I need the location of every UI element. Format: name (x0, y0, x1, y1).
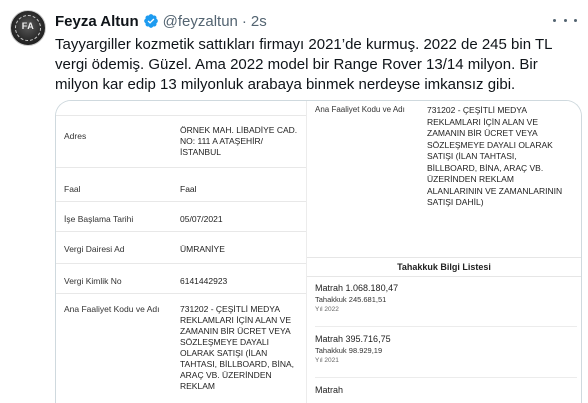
row-value: Faal (180, 184, 197, 194)
tahakkuk-value: 245.681,51 (348, 295, 387, 304)
tweet-text: Tayyargiller kozmetik sattıkları firmayı… (55, 36, 552, 93)
display-name[interactable]: Feyza Altun (55, 13, 139, 30)
divider (315, 326, 577, 327)
matrah-value: 1.068.180,47 (345, 283, 399, 293)
row-value: 6141442923 (180, 276, 228, 286)
document-row: İşe Başlama Tarihi 05/07/2021 (56, 201, 306, 232)
tahakkuk-item: Matrah (315, 384, 565, 396)
row-value: 05/07/2021 (180, 214, 223, 224)
row-label: Vergi Dairesi Ad (64, 244, 125, 254)
row-value: ÖRNEK MAH. LİBADİYE CAD. NO: 111 A ATAŞE… (180, 125, 298, 157)
tweet-media-image[interactable]: Adres ÖRNEK MAH. LİBADİYE CAD. NO: 111 A… (55, 100, 582, 403)
matrah-row: Matrah 1.068.180,47 (315, 282, 565, 294)
tahakkuk-label: Tahakkuk (315, 295, 347, 304)
yil-row: Yıl 2021 (315, 356, 565, 366)
activity-label: Ana Faaliyet Kodu ve Adı (315, 105, 405, 114)
yil-label: Yıl (315, 306, 323, 313)
yil-row: Yıl 2022 (315, 305, 565, 315)
dot (563, 18, 567, 22)
document-row: Vergi Dairesi Ad ÜMRANİYE (56, 231, 306, 264)
tahakkuk-item: Matrah 1.068.180,47 Tahakkuk 245.681,51 … (315, 282, 565, 315)
matrah-label: Matrah (315, 334, 344, 344)
timestamp[interactable]: 2s (251, 13, 267, 30)
matrah-value: 395.716,75 (345, 334, 391, 344)
activity-value: 731202 - ÇEŞİTLİ MEDYA REKLAMLARI İÇİN A… (427, 105, 563, 207)
row-label: Adres (64, 131, 87, 141)
tahakkuk-label: Tahakkuk (315, 346, 347, 355)
row-value: ÜMRANİYE (180, 244, 225, 254)
yil-value: 2022 (324, 306, 339, 313)
yil-label: Yıl (315, 357, 323, 364)
document-row: Faal Faal (56, 167, 306, 202)
matrah-row: Matrah (315, 384, 565, 396)
separator-dot: · (241, 12, 247, 30)
avatar[interactable]: FA (10, 10, 46, 46)
handle[interactable]: @feyzaltun (163, 13, 238, 30)
tahakkuk-value: 98.929,19 (348, 346, 383, 355)
more-dots-icon[interactable] (553, 10, 577, 30)
row-label: Faal (64, 184, 81, 194)
avatar-monogram: FA (21, 21, 35, 31)
row-label: İşe Başlama Tarihi (64, 214, 134, 224)
row-label: Vergi Kimlik No (64, 276, 122, 286)
document-left-panel: Adres ÖRNEK MAH. LİBADİYE CAD. NO: 111 A… (56, 101, 307, 403)
document-right-panel: Ana Faaliyet Kodu ve Adı 731202 - ÇEŞİTL… (307, 101, 581, 403)
matrah-label: Matrah (315, 283, 344, 293)
tahakkuk-item: Matrah 395.716,75 Tahakkuk 98.929,19 Yıl… (315, 333, 565, 366)
dot (553, 18, 556, 22)
yil-value: 2021 (324, 357, 339, 364)
tweet-header: Feyza Altun @feyzaltun · 2s (55, 11, 267, 31)
matrah-row: Matrah 395.716,75 (315, 333, 565, 345)
tahakkuk-row: Tahakkuk 245.681,51 (315, 294, 565, 305)
row-label: Ana Faaliyet Kodu ve Adı (64, 304, 160, 314)
divider (315, 377, 577, 378)
verified-badge-icon (143, 14, 158, 28)
matrah-label: Matrah (315, 385, 344, 395)
document-row: Ana Faaliyet Kodu ve Adı 731202 - ÇEŞİTL… (56, 293, 306, 403)
row-value: 731202 - ÇEŞİTLİ MEDYA REKLAMLARI İÇİN A… (180, 304, 294, 391)
tahakkuk-row: Tahakkuk 98.929,19 (315, 345, 565, 356)
document-row: Vergi Kimlik No 6141442923 (56, 263, 306, 294)
document-row: Adres ÖRNEK MAH. LİBADİYE CAD. NO: 111 A… (56, 115, 306, 168)
dot (574, 18, 577, 22)
tahakkuk-title: Tahakkuk Bilgi Listesi (307, 257, 581, 277)
